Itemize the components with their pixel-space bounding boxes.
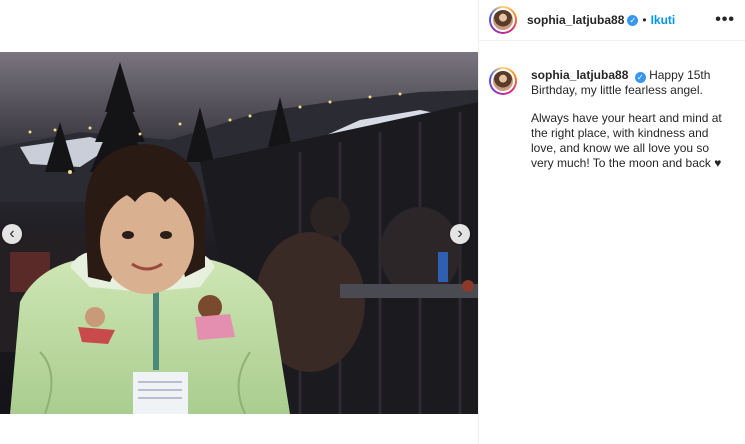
username-link[interactable]: sophia_latjuba88 — [527, 13, 624, 27]
photo-scene — [0, 52, 478, 414]
avatar[interactable] — [489, 6, 517, 34]
next-photo-button[interactable]: › — [450, 224, 470, 244]
post-photo[interactable]: ‹ › — [0, 52, 478, 414]
avatar-image — [491, 8, 515, 32]
caption-avatar[interactable] — [489, 67, 517, 95]
post-sidebar: sophia_latjuba88 ✓ • Ikuti ••• sophia_la… — [478, 0, 745, 444]
more-options-icon[interactable]: ••• — [715, 11, 735, 29]
verified-badge-icon: ✓ — [627, 14, 639, 26]
caption-text: sophia_latjuba88 ✓ Happy 15th Birthday, … — [531, 68, 727, 184]
caption-paragraph-1: sophia_latjuba88 ✓ Happy 15th Birthday, … — [531, 68, 727, 98]
caption-username-link[interactable]: sophia_latjuba88 — [531, 68, 628, 82]
caption-avatar-image — [491, 69, 515, 93]
prev-photo-button[interactable]: ‹ — [2, 224, 22, 244]
chevron-left-icon: ‹ — [9, 225, 15, 242]
post-header: sophia_latjuba88 ✓ • Ikuti ••• — [479, 0, 745, 41]
caption-comment: sophia_latjuba88 ✓ Happy 15th Birthday, … — [479, 41, 745, 184]
caption-paragraph-2: Always have your heart and mind at the r… — [531, 111, 722, 170]
chevron-right-icon: › — [457, 225, 463, 242]
post-media: ‹ › — [0, 0, 478, 444]
caption-verified-badge-icon: ✓ — [634, 72, 646, 83]
follow-button[interactable]: Ikuti — [651, 13, 676, 27]
separator-dot: • — [642, 13, 647, 27]
